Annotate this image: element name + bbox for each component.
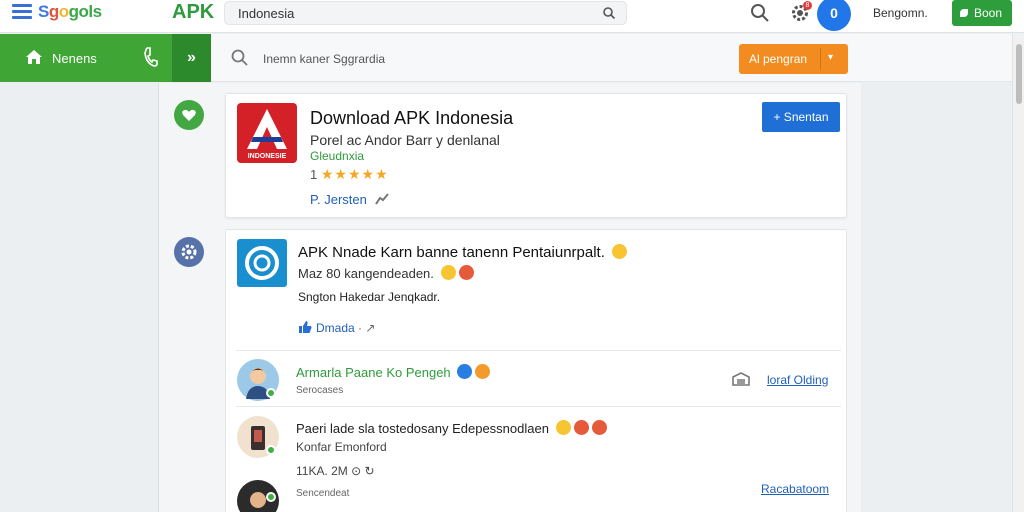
menu-icon[interactable] bbox=[12, 4, 32, 20]
phone-icon[interactable] bbox=[142, 47, 158, 67]
add-button[interactable]: + Snentan bbox=[762, 102, 840, 132]
target-icon bbox=[245, 246, 279, 280]
notification-badge: 8 bbox=[803, 1, 812, 10]
emoji-icon bbox=[591, 420, 607, 435]
app-card: INDONESIE Download APK Indonesia Porel a… bbox=[225, 93, 847, 218]
inbox-icon[interactable] bbox=[731, 371, 751, 387]
search-value: Indonesia bbox=[238, 6, 295, 21]
chevron-down-icon: ▾ bbox=[828, 52, 834, 63]
online-status bbox=[266, 388, 276, 398]
avatar[interactable] bbox=[237, 480, 279, 512]
search-icon[interactable] bbox=[231, 49, 249, 67]
comment-subtitle: Konfar Emonford bbox=[296, 440, 387, 454]
avatar[interactable] bbox=[237, 416, 279, 458]
share-icon[interactable] bbox=[374, 192, 390, 206]
thumbs-up-icon bbox=[299, 321, 312, 333]
apk-label[interactable]: APK bbox=[172, 1, 214, 24]
online-status bbox=[266, 445, 276, 455]
emoji-icon bbox=[555, 420, 571, 435]
developer-link[interactable]: Gleudnxia bbox=[310, 149, 364, 163]
rating: 1 ★★★★★ bbox=[310, 166, 389, 182]
divider bbox=[158, 83, 159, 512]
post-subtitle: Maz 80 kangendeaden. bbox=[298, 265, 474, 281]
heart-icon[interactable] bbox=[174, 100, 204, 130]
divider bbox=[820, 48, 821, 70]
emoji-icon bbox=[457, 364, 473, 379]
sub-search-input[interactable]: Inemn kaner Sggrardia bbox=[263, 52, 385, 66]
emoji-icon bbox=[573, 420, 589, 435]
scrollbar[interactable] bbox=[1012, 34, 1024, 512]
expand-button[interactable]: » bbox=[172, 34, 211, 82]
post-card: APK Nnade Karn banne tanenn Pentaiunrpal… bbox=[225, 229, 847, 512]
home-label: Nenens bbox=[52, 51, 97, 66]
home-icon bbox=[26, 50, 42, 64]
like-button[interactable]: Dmada · ↗ bbox=[298, 320, 375, 335]
search-input[interactable]: Indonesia bbox=[224, 1, 627, 25]
app-title: Download APK Indonesia bbox=[310, 108, 514, 128]
comment-author[interactable]: Armarla Paane Ko Pengeh bbox=[296, 364, 491, 380]
app-icon[interactable] bbox=[237, 239, 287, 287]
user-label[interactable]: Bengomn. bbox=[873, 6, 928, 20]
site-logo[interactable]: Sgogols bbox=[38, 2, 102, 22]
version-link[interactable]: P. Jersten bbox=[310, 192, 367, 207]
comment-subtitle: Sencendeat bbox=[296, 488, 350, 499]
orange-dropdown-button[interactable]: Al pengran ▾ bbox=[739, 44, 848, 74]
post-title: APK Nnade Karn banne tanenn Pentaiunrpal… bbox=[298, 244, 628, 261]
divider bbox=[236, 350, 841, 351]
post-text: Sngton Hakedar Jenqkadr. bbox=[298, 290, 441, 304]
emoji-icon bbox=[440, 265, 456, 280]
top-bar: Sgogols APK Indonesia 8 0 Bengomn. Boon bbox=[0, 0, 1024, 33]
gear-icon[interactable] bbox=[174, 237, 204, 267]
avatar[interactable] bbox=[237, 359, 279, 401]
scroll-thumb[interactable] bbox=[1016, 44, 1022, 104]
star-icons: ★★★★★ bbox=[320, 166, 389, 182]
comment-author[interactable]: Paeri lade sla tostedosany Edepessnodlae… bbox=[296, 420, 607, 436]
app-icon[interactable]: INDONESIE bbox=[237, 103, 297, 163]
online-status bbox=[266, 492, 276, 502]
leaf-icon bbox=[960, 9, 968, 17]
app-subtitle: Porel ac Andor Barr y denlanal bbox=[310, 132, 500, 148]
search-icon[interactable] bbox=[602, 6, 616, 20]
settings-button[interactable]: 8 bbox=[790, 1, 812, 23]
nav-bar: Nenens » Inemn kaner Sggrardia Al pengra… bbox=[0, 34, 1024, 82]
comment-meta: 11KA. 2M ⊙ ↻ bbox=[296, 464, 375, 478]
comment-link[interactable]: loraf Olding bbox=[767, 373, 828, 387]
emoji-icon bbox=[475, 364, 491, 379]
emoji-icon bbox=[612, 244, 628, 259]
avatar[interactable]: 0 bbox=[817, 0, 851, 31]
comment-subtitle: Serocases bbox=[296, 385, 344, 396]
home-nav[interactable]: Nenens bbox=[0, 34, 172, 82]
emoji-icon bbox=[458, 265, 474, 280]
search-icon[interactable] bbox=[750, 3, 770, 23]
comment-link[interactable]: Racabatoom bbox=[761, 482, 829, 496]
divider bbox=[236, 406, 841, 407]
top-action-button[interactable]: Boon bbox=[952, 0, 1012, 26]
